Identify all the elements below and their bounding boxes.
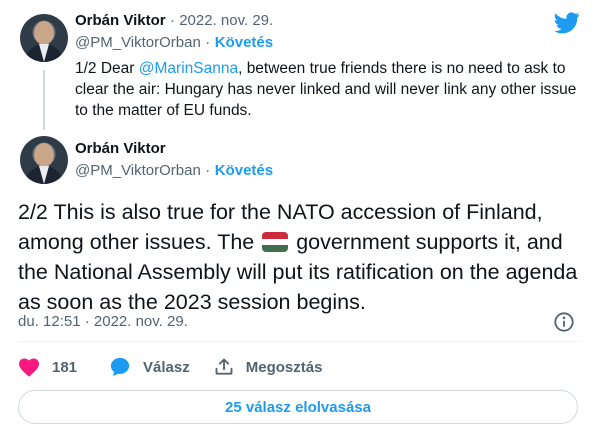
- author-name[interactable]: Orbán Viktor: [75, 140, 166, 157]
- info-icon[interactable]: [553, 311, 575, 333]
- reply-button[interactable]: Válasz: [109, 356, 190, 378]
- heart-icon: [19, 358, 39, 377]
- divider: [18, 341, 580, 342]
- tweet-text: 1/2 Dear @MarinSanna, between true frien…: [75, 58, 580, 121]
- share-label: Megosztás: [245, 358, 323, 376]
- separator-dot: ·: [205, 34, 211, 51]
- share-button[interactable]: Megosztás: [214, 357, 323, 377]
- follow-button[interactable]: Követés: [215, 34, 273, 51]
- mention-link[interactable]: @MarinSanna: [139, 60, 238, 77]
- hungary-flag-emoji: [262, 232, 289, 252]
- tweet-1: Orbán Viktor · 2022. nov. 29. @PM_Viktor…: [75, 10, 580, 121]
- thread-connector: [43, 70, 45, 130]
- avatar[interactable]: [20, 14, 68, 62]
- separator-dot: ·: [205, 162, 211, 179]
- like-button[interactable]: 181: [18, 357, 77, 377]
- action-bar: 181 Válasz Megosztás: [18, 355, 346, 379]
- reply-label: Válasz: [143, 358, 190, 376]
- tweet-main-text: 2/2 This is also true for the NATO acces…: [18, 197, 583, 317]
- tweet-text-part: 1/2 Dear: [75, 60, 139, 77]
- like-count: 181: [52, 358, 78, 376]
- follow-button[interactable]: Követés: [215, 162, 273, 179]
- reply-bubble-icon: [110, 357, 130, 377]
- author-name[interactable]: Orbán Viktor: [75, 12, 166, 29]
- tweet-timestamp[interactable]: du. 12:51 · 2022. nov. 29.: [18, 313, 188, 330]
- tweet-date[interactable]: · 2022. nov. 29.: [170, 12, 273, 29]
- author-handle[interactable]: @PM_ViktorOrban: [75, 162, 201, 179]
- avatar[interactable]: [20, 136, 68, 184]
- tweet-2-header: Orbán Viktor @PM_ViktorOrban · Követés: [75, 138, 273, 182]
- read-replies-button[interactable]: 25 válasz elolvasása: [18, 390, 578, 424]
- share-icon: [215, 358, 233, 375]
- author-handle[interactable]: @PM_ViktorOrban: [75, 34, 201, 51]
